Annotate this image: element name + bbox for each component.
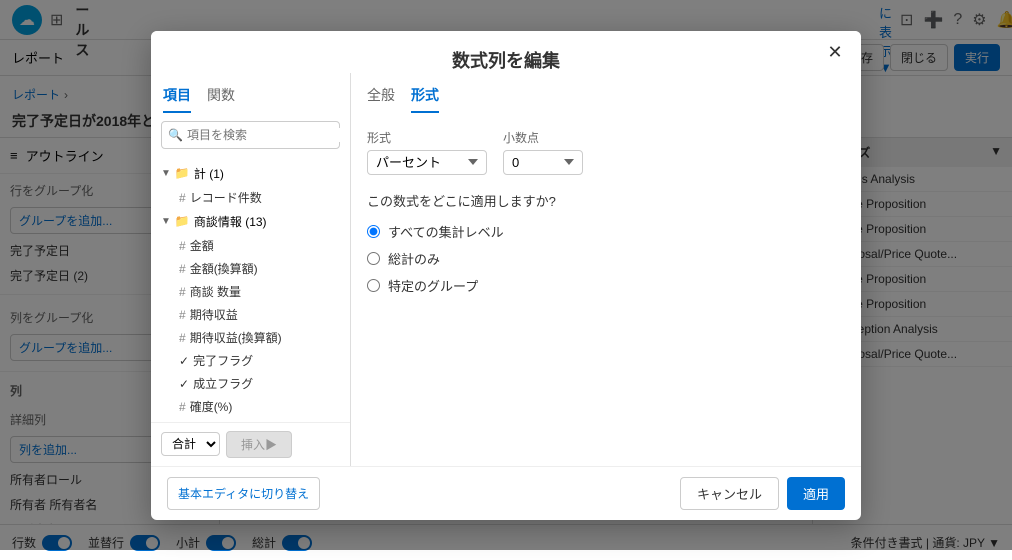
modal-right-tabs: 全般 形式 [351, 73, 861, 113]
tree-item-amount[interactable]: #金額 [151, 234, 350, 257]
folder-icon-2: 📁 [175, 214, 190, 228]
modal-body: 項目 関数 🔍 ▼ 📁 計 (1) #レコード件数 [151, 73, 861, 466]
tree-item-expected-rev[interactable]: #期待収益 [151, 303, 350, 326]
search-icon: 🔍 [168, 128, 183, 142]
modal-search: 🔍 [161, 121, 340, 149]
tab-general[interactable]: 全般 [367, 85, 395, 113]
modal-close-btn[interactable]: ✕ [823, 41, 847, 65]
folder-icon-1: 📁 [175, 166, 190, 180]
modal-tree: ▼ 📁 計 (1) #レコード件数 ▼ 📁 商談情報 (13) #金額 #金 [151, 157, 350, 422]
tree-item-success-flag[interactable]: ✓成立フラグ [151, 372, 350, 395]
tree-folder-total[interactable]: ▼ 📁 計 (1) [151, 161, 350, 186]
modal: 数式列を編集 ✕ 項目 関数 🔍 ▼ 📁 計 [151, 31, 861, 520]
tree-item-expected-rev-conv[interactable]: #期待収益(換算額) [151, 326, 350, 349]
folder-label-2: 商談情報 (13) [194, 213, 267, 230]
radio-specific-group[interactable]: 特定のグループ [367, 276, 845, 295]
tab-functions[interactable]: 関数 [207, 85, 235, 113]
modal-overlay: 数式列を編集 ✕ 項目 関数 🔍 ▼ 📁 計 [0, 0, 1012, 550]
tab-format[interactable]: 形式 [411, 85, 439, 113]
tree-item-opp-qty[interactable]: #商談 数量 [151, 280, 350, 303]
tab-items[interactable]: 項目 [163, 85, 191, 113]
format-select[interactable]: パーセント 数値 通貨 [367, 150, 487, 175]
modal-left-panel: 項目 関数 🔍 ▼ 📁 計 (1) #レコード件数 [151, 73, 351, 466]
folder-arrow-2: ▼ [161, 216, 171, 227]
format-label: 形式 [367, 129, 487, 146]
folder-label-1: 計 (1) [194, 165, 224, 182]
apply-btn[interactable]: 適用 [787, 477, 845, 510]
radio-group: すべての集計レベル 総計のみ 特定のグループ [367, 222, 845, 295]
radio-all-levels[interactable]: すべての集計レベル [367, 222, 845, 241]
tree-folder-deals[interactable]: ▼ 📁 商談情報 (13) [151, 209, 350, 234]
modal-right-panel: 全般 形式 形式 パーセント 数値 通貨 [351, 73, 861, 466]
switch-btn[interactable]: 基本エディタに切り替え [167, 477, 320, 510]
tree-item-accuracy[interactable]: #確度(%) [151, 395, 350, 418]
format-group: 形式 パーセント 数値 通貨 [367, 129, 487, 175]
insert-select[interactable]: 合計 平均 最大 [161, 432, 220, 456]
radio-total-only[interactable]: 総計のみ [367, 249, 845, 268]
insert-btn[interactable]: 挿入▶ [226, 431, 292, 458]
format-row: 形式 パーセント 数値 通貨 小数点 0 1 [367, 129, 845, 175]
decimal-select[interactable]: 0 1 2 3 [503, 150, 583, 175]
cancel-btn[interactable]: キャンセル [680, 477, 779, 510]
modal-header: 数式列を編集 ✕ [151, 31, 861, 73]
tree-item-complete-flag[interactable]: ✓完了フラグ [151, 349, 350, 372]
folder-arrow-1: ▼ [161, 168, 171, 179]
modal-insert-row: 合計 平均 最大 挿入▶ [151, 422, 350, 466]
apply-question: この数式をどこに適用しますか? [367, 191, 845, 210]
tree-item-amount-conv[interactable]: #金額(換算額) [151, 257, 350, 280]
decimal-group: 小数点 0 1 2 3 [503, 129, 583, 175]
modal-title: 数式列を編集 [452, 51, 560, 71]
search-input[interactable] [187, 128, 342, 142]
modal-footer: 基本エディタに切り替え キャンセル 適用 [151, 466, 861, 520]
tree-item-record-count[interactable]: #レコード件数 [151, 186, 350, 209]
modal-right-content: 形式 パーセント 数値 通貨 小数点 0 1 [351, 113, 861, 311]
decimal-label: 小数点 [503, 129, 583, 146]
modal-left-tabs: 項目 関数 [151, 73, 350, 113]
